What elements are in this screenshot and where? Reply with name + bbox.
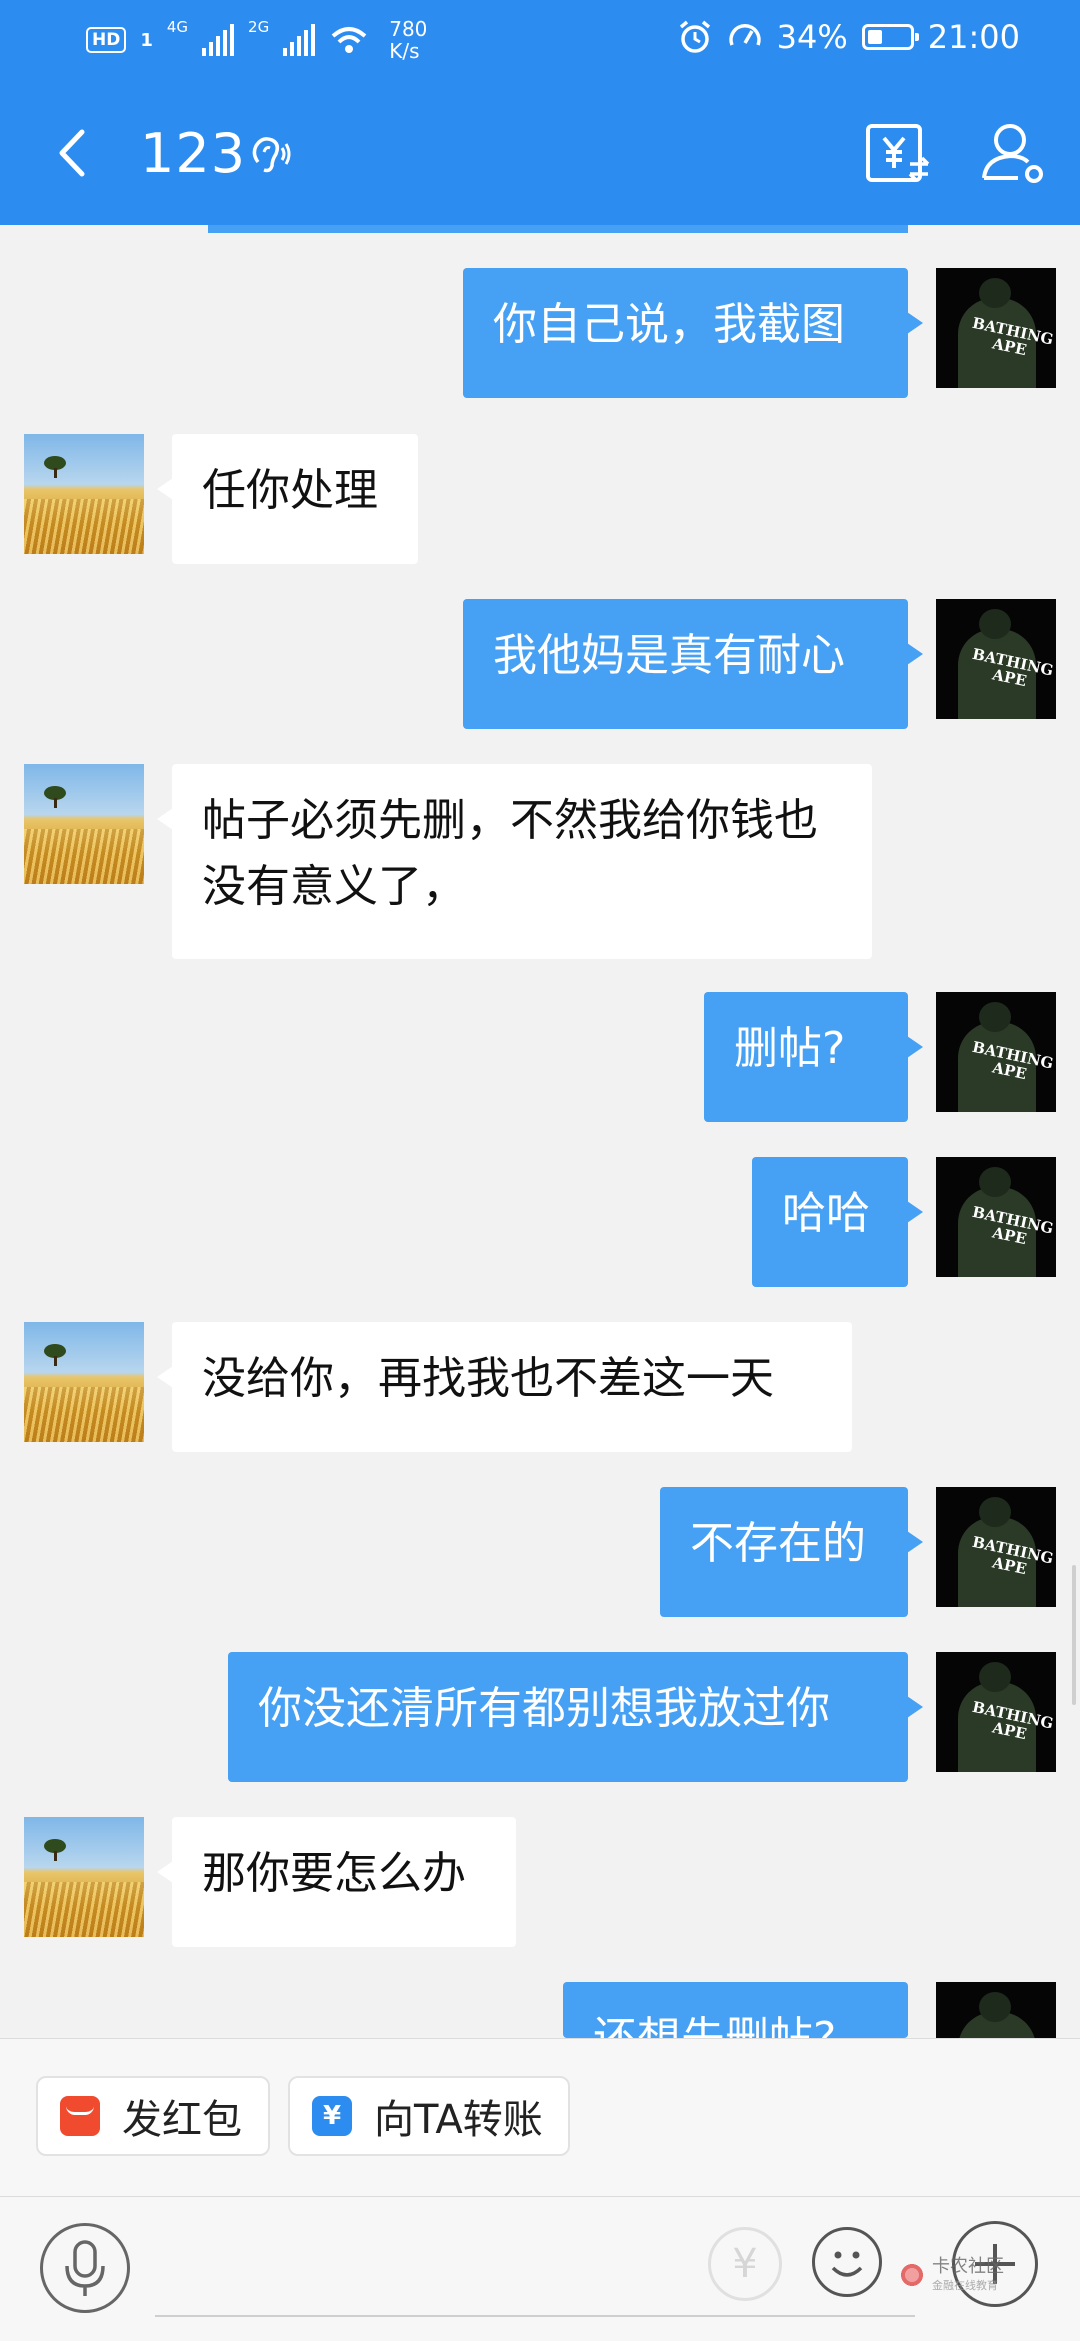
head-shape [979,1167,1011,1197]
message-text: 没给你，再找我也不差这一天 [202,1353,774,1404]
yen-icon: ¥ [732,2241,758,2287]
hearing-icon[interactable] [248,132,292,176]
previous-message-bubble-edge [208,225,908,233]
message-text: 还想先删帖? [593,2013,836,2038]
message-input-bar: ¥ 卡农社区 金融在线教育 [0,2196,1080,2341]
message-bubble-own[interactable]: 你没还清所有都别想我放过你 [228,1652,923,1782]
message-bubble-contact[interactable]: 没给你，再找我也不差这一天 [157,1322,852,1452]
network-type-2: 2G [248,18,270,36]
message-text: 你没还清所有都别想我放过你 [258,1683,830,1734]
message-text: 帖子必须先删，不然我给你钱也没有意义了， [202,795,818,912]
own-avatar[interactable]: BATHING APE [936,1652,1056,1772]
message-text: 哈哈 [782,1188,870,1239]
app-header: HD 1 4G 2G 780 K/s 34% 21:00 123 [0,0,1080,225]
status-right: 34% 21:00 [677,18,1020,56]
message-text: 不存在的 [690,1518,866,1569]
message-bubble-contact[interactable]: 帖子必须先删，不然我给你钱也没有意义了， [157,764,872,959]
network-type-1: 4G [166,18,189,36]
voice-input-button[interactable] [40,2223,130,2313]
head-shape [979,1992,1011,2022]
message-bubble-own[interactable]: 不存在的 [660,1487,923,1617]
red-packet-icon [60,2096,100,2136]
own-avatar[interactable]: BATHING APE [936,1157,1056,1277]
transfer-yen-icon[interactable] [862,118,932,188]
speedometer-icon [728,24,761,46]
message-bubble-contact[interactable]: 那你要怎么办 [157,1817,516,1947]
chat-area[interactable]: 你自己说，我截图 BATHING APE 任你处理 我他妈是真有耐心 BATHIN… [0,225,1080,2038]
red-packet-button[interactable]: 发红包 [36,2076,270,2156]
speed-unit: K/s [389,39,420,63]
message-bubble-own[interactable]: 删帖? [704,992,923,1122]
alarm-icon [679,20,710,53]
speed-value: 780 [389,17,428,41]
sim-indicator: 1 [140,29,153,51]
quick-action-bar: 发红包 ¥ 向TA转账 [0,2038,1080,2197]
wheat-field [24,499,144,554]
head-shape [979,1662,1011,1692]
title-bar: 123 [0,80,1080,225]
payment-button[interactable]: ¥ [708,2227,782,2301]
chat-title: 123 [140,122,247,185]
own-avatar[interactable]: BATHING APE [936,1487,1056,1607]
trunk-shape [54,1356,57,1366]
head-shape [979,1002,1011,1032]
transfer-label: 向TA转账 [374,2097,543,2143]
watermark: 卡农社区 金融在线教育 [898,2257,1004,2293]
contact-avatar[interactable] [24,764,144,884]
emoji-button[interactable] [812,2227,882,2297]
signal-icon [202,24,235,56]
watermark-name: 卡农社区 [932,2256,1004,2277]
watermark-logo-icon [898,2261,926,2289]
message-bubble-own[interactable]: 我他妈是真有耐心 [463,599,923,729]
head-shape [979,278,1011,308]
message-bubble-own[interactable]: 还想先删帖? [563,1982,908,2038]
transfer-yen-icon: ¥ [312,2096,352,2136]
own-avatar[interactable]: BATHING APE [936,599,1056,719]
wheat-field [24,1882,144,1937]
profile-settings-icon[interactable] [978,118,1048,188]
trunk-shape [54,1851,57,1861]
watermark-subtitle: 金融在线教育 [932,2279,998,2292]
wheat-field [24,829,144,884]
message-bubble-own[interactable]: 哈哈 [752,1157,923,1287]
message-bubble-contact[interactable]: 任你处理 [157,434,418,564]
own-avatar[interactable] [936,1982,1056,2038]
red-packet-label: 发红包 [122,2097,242,2143]
transfer-button[interactable]: ¥ 向TA转账 [288,2076,570,2156]
message-bubble-own[interactable]: 你自己说，我截图 [463,268,923,398]
trunk-shape [54,468,57,478]
message-text: 你自己说，我截图 [493,299,845,350]
status-left: HD 1 4G 2G 780 K/s [86,18,427,62]
status-bar: HD 1 4G 2G 780 K/s 34% 21:00 [0,0,1080,80]
back-arrow-icon[interactable] [40,118,110,188]
message-text: 任你处理 [202,465,378,516]
own-avatar[interactable]: BATHING APE [936,992,1056,1112]
scrollbar-thumb[interactable] [1072,1565,1076,1705]
battery-percent: 34% [776,18,848,56]
battery-fill [867,30,882,44]
trunk-shape [54,798,57,808]
network-speed: 780 K/s [389,18,427,62]
message-text: 删帖? [734,1023,846,1074]
wheat-field [24,1387,144,1442]
text-input-field[interactable] [155,2315,915,2317]
contact-avatar[interactable] [24,1322,144,1442]
message-text: 我他妈是真有耐心 [493,630,845,681]
message-text: 那你要怎么办 [202,1848,466,1899]
contact-avatar[interactable] [24,1817,144,1937]
microphone-icon [65,2240,105,2296]
head-shape [979,1497,1011,1527]
smiley-icon [831,2251,863,2277]
contact-avatar[interactable] [24,434,144,554]
head-shape [979,609,1011,639]
signal-icon-2 [283,24,316,56]
clock: 21:00 [927,18,1020,56]
battery-icon [861,24,919,50]
wifi-icon [331,27,367,53]
own-avatar[interactable]: BATHING APE [936,268,1056,388]
hd-badge: HD [86,27,127,53]
